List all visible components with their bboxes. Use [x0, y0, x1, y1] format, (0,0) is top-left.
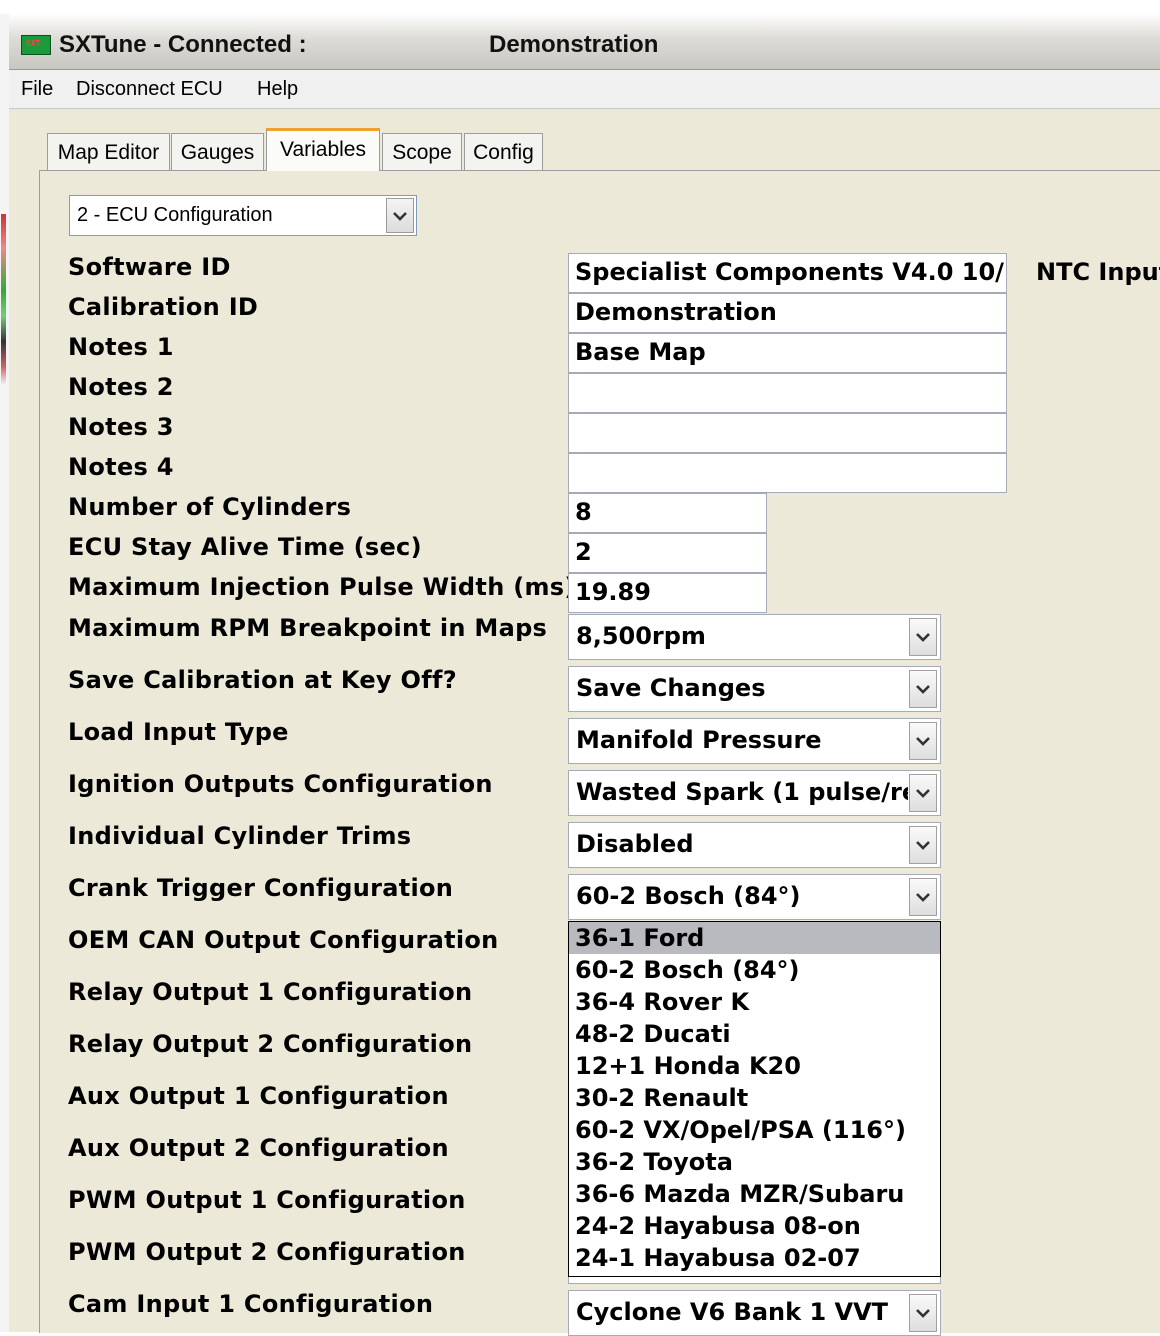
- sxtune-app-icon[interactable]: SXT: [21, 35, 51, 55]
- tab-map-editor[interactable]: Map Editor: [47, 133, 170, 171]
- chevron-down-icon: [916, 633, 930, 642]
- crank-trigger-value: 60-2 Bosch (84°): [576, 882, 801, 910]
- notes-3-field[interactable]: [568, 413, 1007, 453]
- title-bar[interactable]: SXT SXTune - Connected : Demonstration: [9, 14, 1160, 70]
- chevron-down-icon: [916, 841, 930, 850]
- label-software-id: Software ID: [68, 253, 231, 281]
- max-rpm-breakpoint-dropdown[interactable]: 8,500rpm: [568, 614, 941, 660]
- max-injection-pulse-width-field[interactable]: 19.89: [568, 573, 767, 613]
- label-oem-can-output: OEM CAN Output Configuration: [68, 926, 499, 954]
- label-notes-4: Notes 4: [68, 453, 174, 481]
- cylinder-trims-value: Disabled: [576, 830, 694, 858]
- crank-option-36-2-toyota[interactable]: 36-2 Toyota: [569, 1146, 940, 1178]
- label-aux-output-1: Aux Output 1 Configuration: [68, 1082, 449, 1110]
- chevron-down-icon: [916, 789, 930, 798]
- notes-4-field[interactable]: [568, 453, 1007, 493]
- label-individual-cylinder-trims: Individual Cylinder Trims: [68, 822, 412, 850]
- label-pwm-output-1: PWM Output 1 Configuration: [68, 1186, 466, 1214]
- document-background-text: [0, 0, 1160, 14]
- label-ecu-stay-alive-time: ECU Stay Alive Time (sec): [68, 533, 422, 561]
- window-title: SXTune - Connected :: [59, 31, 307, 58]
- calibration-id-field[interactable]: Demonstration: [568, 293, 1007, 333]
- crank-option-36-1-ford[interactable]: 36-1 Ford: [569, 922, 940, 954]
- crank-option-60-2-vx-opel-psa[interactable]: 60-2 VX/Opel/PSA (116°): [569, 1114, 940, 1146]
- crank-option-12-1-honda-k20[interactable]: 12+1 Honda K20: [569, 1050, 940, 1082]
- menu-file[interactable]: File: [21, 78, 53, 101]
- tab-config[interactable]: Config: [464, 133, 543, 171]
- menu-bar: File Disconnect ECU Help: [9, 70, 1160, 109]
- label-notes-2: Notes 2: [68, 373, 174, 401]
- label-max-rpm-breakpoint: Maximum RPM Breakpoint in Maps: [68, 614, 548, 642]
- load-input-dropdown-button[interactable]: [909, 722, 937, 760]
- tab-gauges[interactable]: Gauges: [171, 133, 264, 171]
- chevron-down-icon: [916, 893, 930, 902]
- number-of-cylinders-field[interactable]: 8: [568, 493, 767, 533]
- label-load-input-type: Load Input Type: [68, 718, 289, 746]
- background-graph-fragment: [1, 214, 6, 384]
- label-ntc-input: NTC Input: [1036, 258, 1160, 286]
- chevron-down-icon: [393, 211, 407, 221]
- save-calibration-dropdown-button[interactable]: [909, 670, 937, 708]
- crank-trigger-dropdown[interactable]: 60-2 Bosch (84°): [568, 874, 941, 920]
- cam-input-1-value: Cyclone V6 Bank 1 VVT: [576, 1298, 889, 1326]
- crank-trigger-options-list[interactable]: 36-1 Ford 60-2 Bosch (84°) 36-4 Rover K …: [568, 921, 941, 1277]
- ignition-outputs-value: Wasted Spark (1 pulse/re: [576, 778, 908, 806]
- crank-option-36-4-rover-k[interactable]: 36-4 Rover K: [569, 986, 940, 1018]
- label-calibration-id: Calibration ID: [68, 293, 259, 321]
- page-selector[interactable]: 2 - ECU Configuration: [69, 195, 417, 236]
- save-calibration-value: Save Changes: [576, 674, 766, 702]
- cam-input-1-dropdown-button[interactable]: [909, 1294, 937, 1332]
- label-relay-output-2: Relay Output 2 Configuration: [68, 1030, 473, 1058]
- app-icon-glyph: SXT: [26, 39, 41, 48]
- tab-scope[interactable]: Scope: [382, 133, 462, 171]
- max-rpm-dropdown-button[interactable]: [909, 618, 937, 656]
- label-cam-input-1: Cam Input 1 Configuration: [68, 1290, 434, 1318]
- load-input-type-dropdown[interactable]: Manifold Pressure: [568, 718, 941, 764]
- crank-option-24-1-hayabusa-02-07[interactable]: 24-1 Hayabusa 02-07: [569, 1242, 940, 1274]
- label-crank-trigger: Crank Trigger Configuration: [68, 874, 454, 902]
- notes-2-field[interactable]: [568, 373, 1007, 413]
- cylinder-trims-dropdown-button[interactable]: [909, 826, 937, 864]
- crank-option-30-2-renault[interactable]: 30-2 Renault: [569, 1082, 940, 1114]
- save-calibration-dropdown[interactable]: Save Changes: [568, 666, 941, 712]
- menu-disconnect-ecu[interactable]: Disconnect ECU: [76, 78, 223, 101]
- crank-trigger-dropdown-button[interactable]: [909, 878, 937, 916]
- label-notes-3: Notes 3: [68, 413, 174, 441]
- ecu-stay-alive-time-field[interactable]: 2: [568, 533, 767, 573]
- label-save-calibration-key-off: Save Calibration at Key Off?: [68, 666, 457, 694]
- load-input-type-value: Manifold Pressure: [576, 726, 822, 754]
- label-max-injection-pulse-width: Maximum Injection Pulse Width (ms): [68, 573, 576, 601]
- label-number-of-cylinders: Number of Cylinders: [68, 493, 352, 521]
- software-id-field[interactable]: Specialist Components V4.0 10/1: [568, 253, 1007, 293]
- cylinder-trims-dropdown[interactable]: Disabled: [568, 822, 941, 868]
- notes-1-field[interactable]: Base Map: [568, 333, 1007, 373]
- label-ignition-outputs: Ignition Outputs Configuration: [68, 770, 493, 798]
- chevron-down-icon: [916, 737, 930, 746]
- ignition-outputs-dropdown[interactable]: Wasted Spark (1 pulse/re: [568, 770, 941, 816]
- window-title-calibration: Demonstration: [489, 31, 659, 58]
- label-aux-output-2: Aux Output 2 Configuration: [68, 1134, 449, 1162]
- page-selector-value: 2 - ECU Configuration: [77, 204, 273, 226]
- ignition-outputs-dropdown-button[interactable]: [909, 774, 937, 812]
- crank-option-48-2-ducati[interactable]: 48-2 Ducati: [569, 1018, 940, 1050]
- menu-help[interactable]: Help: [257, 78, 298, 101]
- crank-option-24-2-hayabusa-08-on[interactable]: 24-2 Hayabusa 08-on: [569, 1210, 940, 1242]
- crank-option-60-2-bosch[interactable]: 60-2 Bosch (84°): [569, 954, 940, 986]
- chevron-down-icon: [916, 1309, 930, 1318]
- crank-option-36-6-mazda-subaru[interactable]: 36-6 Mazda MZR/Subaru: [569, 1178, 940, 1210]
- chevron-down-icon: [916, 685, 930, 694]
- label-notes-1: Notes 1: [68, 333, 174, 361]
- max-rpm-breakpoint-value: 8,500rpm: [576, 622, 706, 650]
- page-selector-dropdown-button[interactable]: [386, 198, 414, 233]
- label-relay-output-1: Relay Output 1 Configuration: [68, 978, 473, 1006]
- cam-input-1-dropdown[interactable]: Cyclone V6 Bank 1 VVT: [568, 1290, 941, 1336]
- label-pwm-output-2: PWM Output 2 Configuration: [68, 1238, 466, 1266]
- tab-variables[interactable]: Variables: [266, 128, 380, 171]
